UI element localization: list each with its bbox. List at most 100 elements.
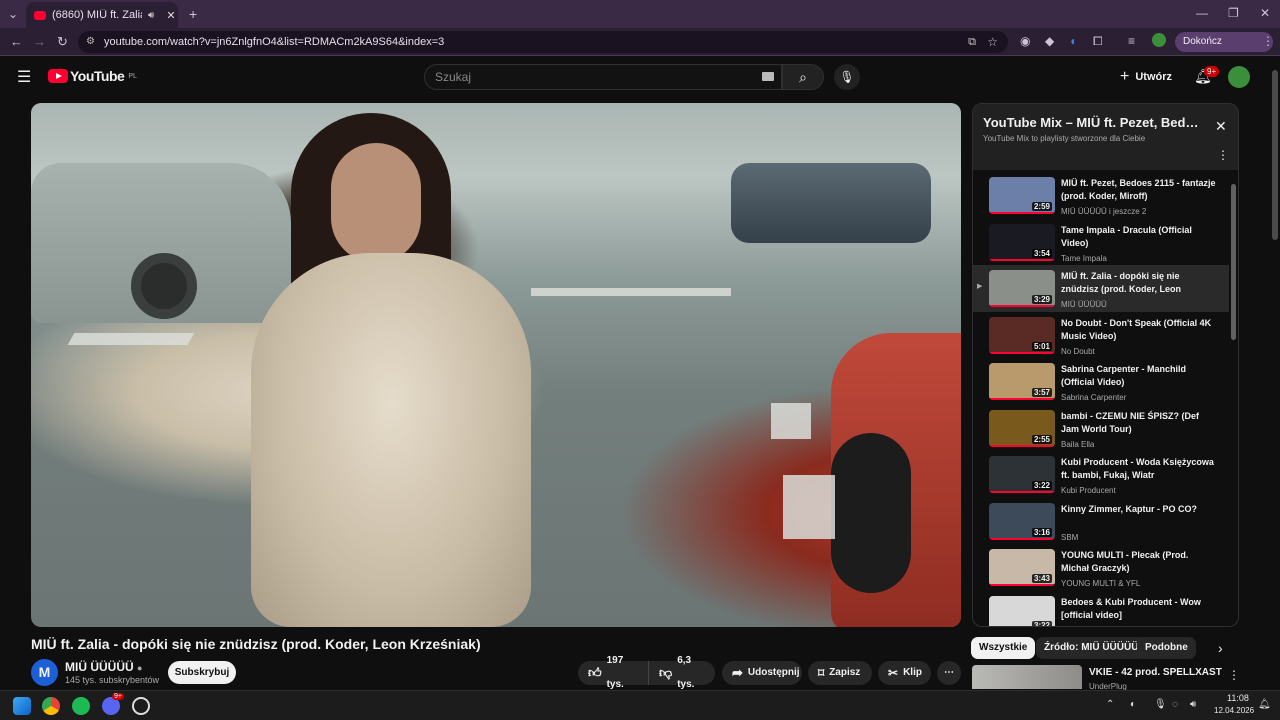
new-tab-icon[interactable]: + xyxy=(189,6,197,22)
playlist-item-thumbnail[interactable]: 3:22 xyxy=(989,456,1055,493)
app-icon[interactable] xyxy=(132,697,150,715)
page-scrollbar[interactable] xyxy=(1272,70,1278,240)
extension-2-icon[interactable]: ◆ xyxy=(1045,34,1054,48)
update-button[interactable]: Dokończ aktualizacje xyxy=(1175,32,1273,67)
playlist-item-thumbnail[interactable]: 3:57 xyxy=(989,363,1055,400)
playlist-item-title[interactable]: MIÜ ft. Zalia - dopóki się nie znüdzisz … xyxy=(1061,270,1217,296)
video-player[interactable] xyxy=(31,103,961,627)
channel-avatar[interactable]: M xyxy=(31,659,58,686)
chip-source[interactable]: Źródło: MIÜ ÜÜÜÜÜ xyxy=(1036,637,1147,659)
playlist-item-title[interactable]: Sabrina Carpenter - Manchild (Official V… xyxy=(1061,363,1217,389)
keyboard-icon[interactable] xyxy=(762,72,774,81)
road-marking xyxy=(531,288,731,296)
playlist-item-thumbnail[interactable]: 3:54 xyxy=(989,223,1055,261)
playlist-item[interactable]: 2:59 MIÜ ft. Pezet, Bedoes 2115 - fantazj… xyxy=(973,172,1229,219)
tab-list-icon[interactable]: ≡ xyxy=(1128,34,1135,48)
close-icon[interactable]: ✕ xyxy=(1215,118,1227,135)
playlist-item[interactable]: 3:22 Kubi Producent - Woda Księżycowa ft.… xyxy=(973,451,1229,498)
playlist-item[interactable]: 3:54 Tame Impala - Dracula (Official Vide… xyxy=(973,219,1229,266)
duration-badge: 2:55 xyxy=(1031,434,1052,444)
playlist-item-title[interactable]: Tame Impala - Dracula (Official Video) xyxy=(1061,224,1217,250)
window-close-icon[interactable]: ✕ xyxy=(1260,6,1270,20)
subscribe-button[interactable]: Subskrybuj xyxy=(168,661,236,684)
tray-discord-icon[interactable]: ◐ xyxy=(1130,699,1136,710)
playlist-title[interactable]: YouTube Mix – MIÜ ft. Pezet, Bedoes 2115… xyxy=(983,115,1205,130)
playlist-item-thumbnail[interactable]: 2:55 xyxy=(989,409,1055,447)
create-label: Utwórz xyxy=(1135,71,1173,83)
minimize-icon[interactable]: — xyxy=(1196,6,1208,20)
recommendation-menu-icon[interactable]: ⋮ xyxy=(1228,668,1240,682)
save-button[interactable]: ⌑ Zapisz xyxy=(808,661,872,685)
share-button[interactable]: ➦ Udostępnij xyxy=(722,661,802,685)
youtube-logo[interactable]: YouTube PL xyxy=(48,68,137,84)
clip-button[interactable]: ✂ Klip xyxy=(878,661,931,685)
playlist-item[interactable]: ▶ 3:29 MIÜ ft. Zalia - dopóki się nie znüd… xyxy=(973,265,1229,312)
back-icon[interactable]: ← xyxy=(10,34,23,49)
playlist-item-thumbnail[interactable]: 3:22 xyxy=(989,595,1055,626)
search-button[interactable]: ⌕ xyxy=(782,64,824,90)
recommendation-title[interactable]: VKIE - 42 prod. SPELLXAST xyxy=(1089,667,1222,678)
extensions-puzzle-icon[interactable]: ⧠ xyxy=(1093,34,1103,49)
hamburger-menu-icon[interactable]: ☰ xyxy=(17,67,31,87)
playlist-item-thumbnail[interactable]: 2:59 xyxy=(989,177,1055,214)
like-button[interactable]: 👍︎ 197 tys. xyxy=(578,655,648,690)
reload-icon[interactable]: ↻ xyxy=(57,34,68,50)
playlist-item-title[interactable]: No Doubt - Don't Speak (Official 4K Musi… xyxy=(1061,317,1217,343)
playlist-item-title[interactable]: MIÜ ft. Pezet, Bedoes 2115 - fantazje (p… xyxy=(1061,177,1217,203)
playlist-item-thumbnail[interactable]: 3:29 xyxy=(989,270,1055,307)
tray-chevron-icon[interactable]: ⌃ xyxy=(1106,699,1114,710)
chip-all[interactable]: Wszystkie xyxy=(971,637,1036,659)
clock-date[interactable]: 12.04.2026 xyxy=(1214,706,1254,715)
road-marking xyxy=(67,333,195,345)
browser-menu-icon[interactable]: ⋮ xyxy=(1262,34,1274,48)
browser-tab[interactable]: (6860) MIÜ ft. Zalia - dopóki 🔊︎ ✕ xyxy=(26,2,178,28)
audio-icon[interactable]: 🔊︎ xyxy=(148,10,154,21)
forward-icon[interactable]: → xyxy=(33,34,46,49)
playlist-scrollbar[interactable] xyxy=(1231,184,1236,340)
tray-volume-icon[interactable]: 🔊︎ xyxy=(1190,699,1196,710)
more-actions-button[interactable]: ⋯ xyxy=(937,661,961,685)
playlist-item-title[interactable]: bambi - CZEMU NIE ŚPISZ? (Def Jam World … xyxy=(1061,410,1217,436)
profile-icon[interactable] xyxy=(1152,33,1166,47)
tab-close-icon[interactable]: ✕ xyxy=(166,9,175,22)
tray-notification-icon[interactable]: 🔔︎ xyxy=(1258,699,1271,710)
extension-icon[interactable]: ◉ xyxy=(1020,34,1030,48)
cast-icon[interactable]: ⧉ xyxy=(968,31,976,53)
channel-name[interactable]: MIÜ ÜÜÜÜÜ ● xyxy=(65,660,142,674)
playlist-item[interactable]: 2:55 bambi - CZEMU NIE ŚPISZ? (Def Jam Wo… xyxy=(973,405,1229,452)
playlist-item-thumbnail[interactable]: 3:16 xyxy=(989,502,1055,540)
site-info-icon[interactable]: ⚙ xyxy=(86,31,95,53)
chip-related[interactable]: Podobne xyxy=(1137,637,1196,659)
playlist-menu-icon[interactable]: ⋮ xyxy=(1217,148,1229,162)
search-input[interactable]: Szukaj xyxy=(424,64,782,90)
playlist-item[interactable]: 3:43 YOUNG MULTI - Plecak (Prod. Michał G… xyxy=(973,544,1229,591)
recommendation-thumbnail[interactable] xyxy=(972,665,1082,689)
playlist-item-title[interactable]: Kinny Zimmer, Kaptur - PO CO? xyxy=(1061,503,1217,516)
url-bar[interactable]: ⚙ youtube.com/watch?v=jn6ZnlgfnO4&list=R… xyxy=(78,31,1008,53)
playlist-item[interactable]: 3:57 Sabrina Carpenter - Manchild (Offici… xyxy=(973,358,1229,405)
voice-search-button[interactable]: 🎙︎ xyxy=(834,64,860,90)
playlist-item-thumbnail[interactable]: 3:43 xyxy=(989,549,1055,586)
maximize-icon[interactable]: ❐ xyxy=(1228,6,1239,20)
playlist-item-title[interactable]: Bedoes & Kubi Producent - Wow [official … xyxy=(1061,596,1217,622)
chevron-right-icon[interactable]: › xyxy=(1218,640,1223,656)
playlist-item-title[interactable]: YOUNG MULTI - Plecak (Prod. Michał Gracz… xyxy=(1061,549,1217,575)
playlist-item[interactable]: 3:16 Kinny Zimmer, Kaptur - PO CO? SBM xyxy=(973,498,1229,545)
clock-time[interactable]: 11:08 xyxy=(1227,693,1249,703)
playlist-item[interactable]: 5:01 No Doubt - Don't Speak (Official 4K … xyxy=(973,312,1229,359)
tab-search-icon[interactable]: ⌄ xyxy=(8,7,18,21)
windows-start-icon[interactable] xyxy=(13,697,31,715)
extension-3-icon[interactable]: ◖ xyxy=(1069,34,1076,48)
playlist-item-thumbnail[interactable]: 5:01 xyxy=(989,316,1055,354)
watched-progress-bar xyxy=(989,351,1055,354)
chrome-icon[interactable] xyxy=(42,697,60,715)
create-button[interactable]: + Utwórz xyxy=(1120,68,1172,86)
tray-network-icon[interactable]: ◌ xyxy=(1172,699,1178,710)
tray-mic-icon[interactable]: 🎙︎ xyxy=(1154,699,1167,710)
spotify-icon[interactable] xyxy=(72,697,90,715)
dislike-button[interactable]: 👎︎ 6,3 tys. xyxy=(648,655,715,690)
bookmark-star-icon[interactable]: ☆ xyxy=(987,31,998,53)
account-avatar[interactable] xyxy=(1228,66,1250,88)
playlist-item-title[interactable]: Kubi Producent - Woda Księżycowa ft. bam… xyxy=(1061,456,1217,482)
playlist-item[interactable]: 3:22 Bedoes & Kubi Producent - Wow [offic… xyxy=(973,591,1229,626)
